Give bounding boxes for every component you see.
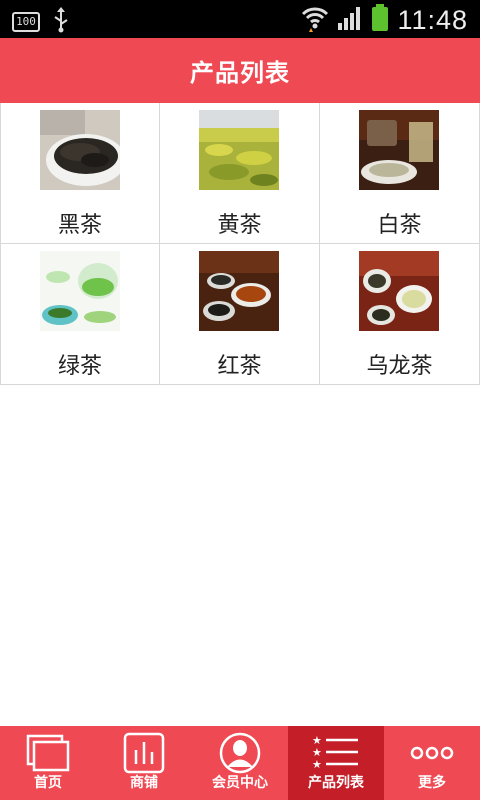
battery-icon	[371, 4, 389, 36]
product-grid: 黑茶 黄茶 白茶 绿茶 红茶 乌龙茶	[0, 103, 480, 385]
home-icon	[26, 732, 70, 774]
svg-text:★: ★	[312, 758, 322, 771]
nav-item-member-center[interactable]: 会员中心	[192, 726, 288, 800]
page-title: 产品列表	[190, 59, 290, 87]
product-image	[40, 251, 120, 331]
product-image	[359, 251, 439, 331]
nav-label: 会员中心	[212, 775, 268, 791]
product-label: 红茶	[217, 354, 262, 379]
product-image	[199, 251, 279, 331]
product-item-yellow-tea[interactable]: 黄茶	[160, 103, 320, 244]
nav-item-more[interactable]: 更多	[384, 726, 480, 800]
product-item-oolong-tea[interactable]: 乌龙茶	[320, 244, 480, 385]
clock: 11:48	[397, 4, 468, 35]
product-item-green-tea[interactable]: 绿茶	[0, 244, 160, 385]
product-image	[199, 110, 279, 190]
more-icon	[410, 732, 454, 774]
nav-label: 商铺	[130, 775, 158, 791]
title-bar: 产品列表	[0, 38, 480, 103]
product-list-icon: ★ ★ ★	[312, 732, 360, 774]
status-bar: 100 11:48	[0, 0, 480, 38]
product-item-white-tea[interactable]: 白茶	[320, 103, 480, 244]
nav-item-home[interactable]: 首页	[0, 726, 96, 800]
product-label: 黑茶	[57, 213, 102, 238]
status-bar-right: 11:48	[301, 4, 468, 36]
product-label: 白茶	[377, 213, 422, 238]
product-label: 黄茶	[217, 213, 262, 238]
usb-icon	[52, 7, 70, 37]
product-item-black-tea[interactable]: 红茶	[160, 244, 320, 385]
product-label: 绿茶	[57, 354, 102, 379]
nav-label: 产品列表	[308, 775, 364, 791]
product-item-dark-tea[interactable]: 黑茶	[0, 103, 160, 244]
product-label: 乌龙茶	[366, 354, 433, 379]
battery-indicator: 100	[12, 12, 40, 32]
product-image	[40, 110, 120, 190]
wifi-icon	[301, 4, 329, 36]
status-bar-left: 100	[12, 7, 70, 37]
bottom-navigation: 首页 商铺 会员中心 ★ ★ ★ 产品列表 更多	[0, 726, 480, 800]
shop-icon	[123, 732, 165, 774]
member-icon	[219, 732, 261, 774]
nav-label: 更多	[418, 775, 446, 791]
nav-item-shop[interactable]: 商铺	[96, 726, 192, 800]
nav-item-product-list[interactable]: ★ ★ ★ 产品列表	[288, 726, 384, 800]
product-image	[359, 110, 439, 190]
signal-icon	[337, 5, 363, 35]
nav-label: 首页	[34, 775, 62, 791]
